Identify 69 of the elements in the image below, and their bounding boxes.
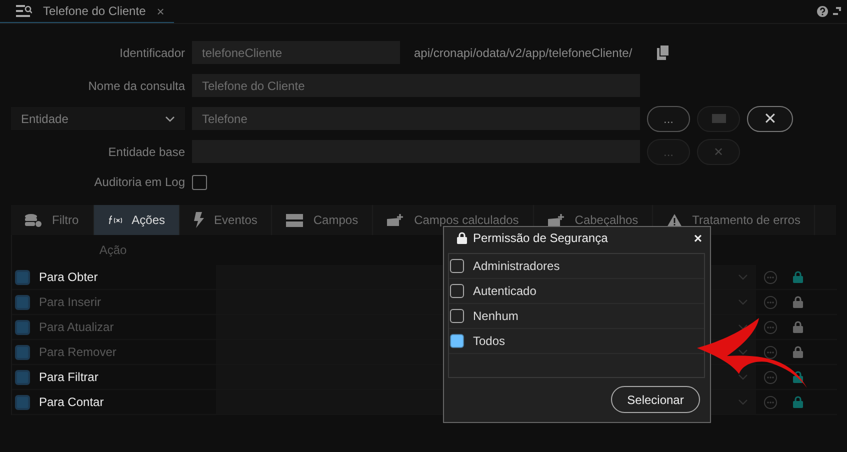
section-tab[interactable]: Ações	[94, 205, 180, 235]
help-icon[interactable]	[817, 6, 828, 17]
chevron-down-icon[interactable]	[738, 324, 748, 330]
action-checkbox[interactable]	[15, 320, 30, 334]
entity-field[interactable]: Telefone	[192, 107, 640, 130]
field-label: Entidade base	[107, 144, 185, 158]
action-name: Para Remover	[39, 345, 116, 359]
more-options-icon[interactable]	[764, 270, 777, 284]
add-field-icon	[387, 214, 404, 226]
option-label: Administradores	[473, 259, 560, 273]
more-options-icon[interactable]	[764, 320, 777, 334]
section-tab[interactable]: Campos	[272, 205, 374, 235]
audit-checkbox[interactable]	[192, 174, 207, 190]
restore-window-icon[interactable]	[833, 7, 841, 16]
document-tab[interactable]: Telefone do Cliente ×	[0, 0, 174, 23]
identifier-field[interactable]: telefoneCliente	[192, 41, 400, 64]
more-options-icon[interactable]	[764, 346, 777, 358]
action-checkbox[interactable]	[15, 270, 30, 284]
browse-button[interactable]: ...	[647, 106, 690, 132]
action-checkbox[interactable]	[15, 294, 30, 310]
url-text: api/cronapi/odata/v2/app/telefoneCliente/	[414, 46, 632, 60]
lock-icon[interactable]	[793, 346, 803, 358]
field-label: Nome da consulta	[87, 78, 185, 92]
select-button[interactable]: Selecionar	[611, 386, 700, 413]
add-field-icon	[548, 214, 565, 226]
folder-button[interactable]	[697, 106, 740, 132]
option-label: Todos	[473, 334, 506, 348]
option-label: Nenhum	[473, 309, 518, 323]
section-tab[interactable]: Filtro	[11, 205, 94, 235]
entity-dropdown[interactable]: Entidade	[11, 107, 185, 130]
warning-icon	[667, 214, 682, 226]
action-name: Para Inserir	[39, 295, 102, 309]
query-name-field[interactable]: Telefone do Cliente	[192, 74, 640, 97]
tab-title: Telefone do Cliente	[43, 4, 146, 18]
lock-icon[interactable]	[793, 321, 803, 333]
lightning-icon	[194, 212, 204, 228]
option-checkbox[interactable]	[450, 284, 464, 298]
more-options-icon[interactable]	[764, 370, 777, 384]
section-tab[interactable]: Eventos	[180, 205, 272, 235]
field-label: Auditoria em Log	[93, 175, 185, 189]
list-search-icon	[16, 5, 32, 17]
lock-icon[interactable]	[793, 271, 803, 283]
column-header: Ação	[98, 243, 128, 257]
browse-button[interactable]: ...	[647, 138, 690, 164]
lock-icon[interactable]	[793, 296, 803, 308]
lock-icon[interactable]	[793, 396, 803, 408]
more-options-icon[interactable]	[764, 296, 777, 308]
rows-icon	[286, 214, 304, 226]
database-gear-icon	[25, 214, 42, 226]
action-checkbox[interactable]	[15, 394, 30, 410]
option-label: Autenticado	[473, 284, 536, 298]
clear-button[interactable]: ✕	[697, 138, 740, 164]
action-name: Para Atualizar	[39, 320, 114, 334]
action-name: Para Contar	[39, 395, 104, 409]
copy-icon[interactable]	[657, 45, 670, 60]
action-checkbox[interactable]	[15, 344, 30, 360]
action-name: Para Obter	[39, 270, 98, 284]
chevron-down-icon	[165, 116, 175, 122]
option-checkbox[interactable]	[450, 334, 464, 348]
clear-button[interactable]: ✕	[747, 106, 793, 132]
action-name: Para Filtrar	[39, 370, 98, 384]
action-checkbox[interactable]	[15, 370, 30, 384]
lock-icon	[457, 232, 467, 244]
field-label: Identificador	[118, 46, 185, 60]
option-checkbox[interactable]	[450, 259, 464, 273]
close-tab-button[interactable]: ×	[156, 4, 164, 18]
more-options-icon[interactable]	[764, 396, 777, 408]
function-icon	[108, 215, 122, 225]
option-checkbox[interactable]	[450, 309, 464, 323]
